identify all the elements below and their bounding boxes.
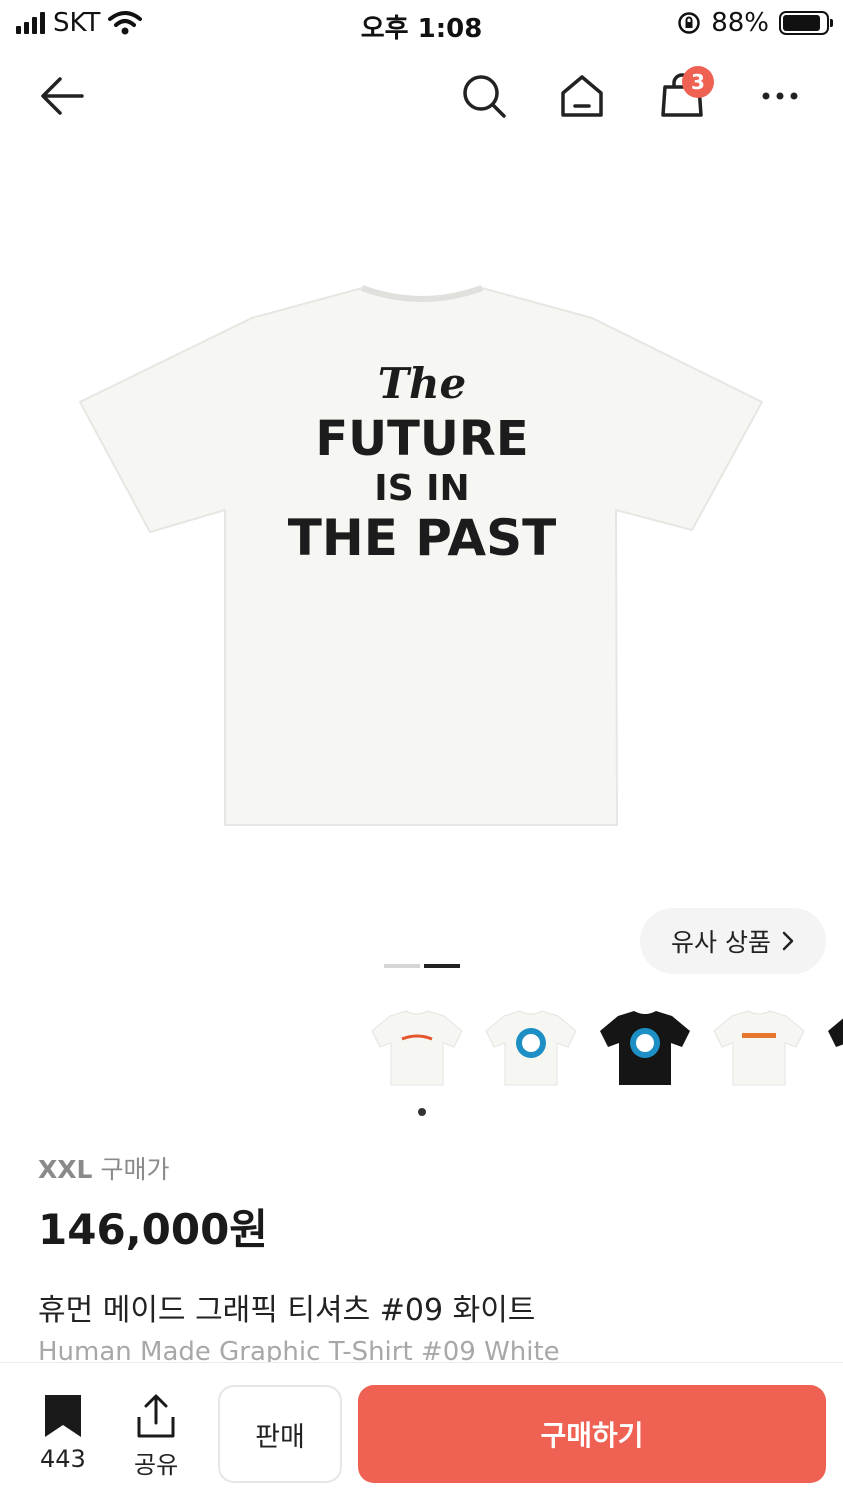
thumbnail-black-duck[interactable] (598, 1000, 692, 1094)
tshirt-thumb-icon (371, 1010, 463, 1086)
chevron-right-icon (782, 931, 794, 951)
product-title-korean: 휴먼 메이드 그래픽 티셔츠 #09 화이트 (38, 1293, 536, 1328)
pager-segment (384, 964, 420, 968)
related-thumbnails[interactable] (370, 1000, 843, 1100)
tshirt-thumb-icon (828, 1018, 843, 1047)
size-price-label: XXL 구매가 (38, 1150, 805, 1186)
bookmark-button[interactable]: 443 (40, 1393, 86, 1473)
thumbnail-white-duck[interactable] (484, 1000, 578, 1094)
product-image[interactable]: The FUTURE IS IN THE PAST (0, 150, 843, 950)
tshirt-thumb-icon (713, 1010, 805, 1086)
thumbnail-white-dry-alls[interactable] (712, 1000, 806, 1094)
pager-segment-active (424, 964, 460, 968)
bottom-action-bar: 443 공유 판매 구매하기 (0, 1362, 843, 1500)
tshirt-thumb-icon (485, 1010, 577, 1086)
product-price: 146,000원 (38, 1205, 268, 1254)
price-type-label: 구매가 (100, 1155, 170, 1184)
share-icon (137, 1394, 175, 1438)
thumbnail-white-human-made[interactable] (370, 1000, 464, 1094)
back-button[interactable] (36, 70, 88, 122)
home-button[interactable] (556, 70, 608, 122)
product-info: XXL 구매가 146,000원 휴먼 메이드 그래픽 티셔츠 #09 화이트 … (38, 1150, 805, 1367)
tshirt-image: The FUTURE IS IN THE PAST (78, 285, 763, 826)
image-pager (384, 964, 460, 968)
bookmark-count: 443 (40, 1445, 86, 1473)
status-right: 88% (677, 8, 833, 38)
similar-products-label: 유사 상품 (671, 928, 771, 957)
search-button[interactable] (458, 70, 510, 122)
print-line-4: THE PAST (287, 509, 555, 567)
more-button[interactable] (754, 70, 806, 122)
top-nav: 3 (0, 60, 843, 132)
orientation-lock-icon (678, 12, 700, 34)
share-button[interactable]: 공유 (134, 1393, 178, 1480)
bookmark-icon (44, 1395, 81, 1437)
similar-products-button[interactable]: 유사 상품 (640, 908, 826, 974)
print-line-3: IS IN (374, 468, 469, 509)
sell-button[interactable]: 판매 (218, 1385, 342, 1483)
thumbnail-pager-dot (418, 1108, 426, 1116)
print-line-1: The (377, 359, 466, 408)
more-dots-icon (762, 92, 798, 100)
share-label: 공유 (134, 1451, 179, 1479)
battery-icon (779, 11, 833, 35)
status-bar: SKT 오후 1:08 88% (0, 0, 843, 48)
print-line-2: FUTURE (315, 411, 528, 467)
thumbnail-black-partial[interactable] (826, 1000, 843, 1094)
battery-percent: 88% (711, 8, 769, 38)
buy-button[interactable]: 구매하기 (358, 1385, 826, 1483)
tshirt-thumb-icon (600, 1011, 690, 1085)
cart-count-badge: 3 (682, 66, 714, 98)
cart-button[interactable]: 3 (656, 66, 714, 122)
search-icon (463, 75, 506, 118)
back-arrow-icon (41, 77, 84, 115)
home-icon (561, 75, 603, 117)
selected-size: XXL (38, 1155, 93, 1184)
